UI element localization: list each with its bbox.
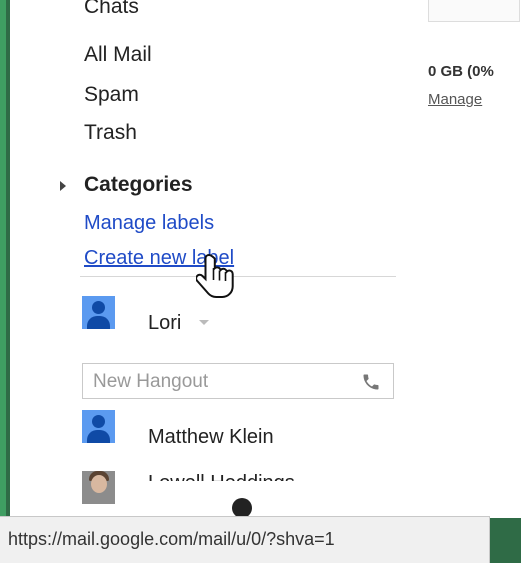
manage-storage-link[interactable]: Manage bbox=[428, 91, 482, 108]
storage-usage: 0 GB (0% bbox=[428, 63, 494, 80]
browser-status-bar: https://mail.google.com/mail/u/0/?shva=1 bbox=[0, 516, 490, 563]
new-hangout-input[interactable]: New Hangout bbox=[82, 363, 394, 399]
manage-labels-link[interactable]: Manage labels bbox=[84, 210, 214, 236]
status-url: https://mail.google.com/mail/u/0/?shva=1 bbox=[8, 529, 335, 549]
contact-avatar[interactable] bbox=[82, 410, 115, 443]
nav-all-mail[interactable]: All Mail bbox=[84, 42, 152, 68]
expand-triangle-icon[interactable] bbox=[60, 181, 66, 191]
nav-categories[interactable]: Categories bbox=[84, 172, 193, 198]
contact-photo-avatar[interactable] bbox=[82, 471, 115, 504]
contact-name[interactable]: Matthew Klein bbox=[148, 424, 274, 450]
user-avatar[interactable] bbox=[82, 296, 115, 329]
phone-icon[interactable] bbox=[361, 372, 381, 392]
new-hangout-placeholder: New Hangout bbox=[93, 371, 209, 392]
divider bbox=[80, 276, 396, 277]
hangouts-user-name[interactable]: Lori bbox=[148, 310, 181, 336]
contact-name[interactable]: Lowell Heddings bbox=[148, 470, 295, 481]
nav-spam[interactable]: Spam bbox=[84, 82, 139, 108]
chat-bubble-icon[interactable] bbox=[216, 484, 268, 518]
nav-trash[interactable]: Trash bbox=[84, 120, 137, 146]
nav-chats[interactable]: Chats bbox=[84, 0, 139, 20]
gmail-left-panel: Chats All Mail Spam Trash Categories Man… bbox=[10, 0, 521, 518]
chevron-down-icon[interactable] bbox=[199, 320, 209, 325]
toolbar-box bbox=[428, 0, 520, 22]
hand-cursor-icon bbox=[196, 253, 234, 298]
